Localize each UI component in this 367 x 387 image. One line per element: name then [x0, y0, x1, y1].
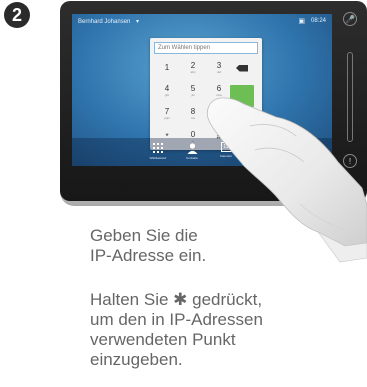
dial-key[interactable]: 5 jkl [180, 81, 206, 101]
tab-keypad-label: Wähltastatur [149, 156, 167, 160]
chevron-down-icon: ▾ [136, 18, 140, 25]
clock: 08:24 [310, 18, 326, 24]
side-rail: 🎤 ! [340, 12, 360, 170]
dial-key-digit: 6 [216, 84, 222, 93]
dial-key-letters: abc [190, 70, 196, 74]
dial-key[interactable]: 3 def [206, 58, 232, 78]
step-number-badge: 2 [4, 2, 30, 28]
calendar-icon: 11 [220, 142, 232, 152]
more-options-button[interactable]: ••• [230, 112, 254, 130]
dial-key-letters: wxyz [215, 116, 223, 120]
dial-key[interactable]: 4 ghi [154, 81, 180, 101]
instruction-line: Geben Sie die [90, 226, 198, 245]
instruction-line: IP-Adresse ein. [90, 246, 207, 265]
instruction-paragraph-2: Halten Sie ✱ gedrückt, um den in IP-Adre… [90, 290, 263, 370]
dial-key-letters: tuv [190, 116, 195, 120]
calendar-day: 11 [223, 144, 229, 150]
tab-calendar-label: Kalender [219, 154, 232, 158]
dial-input[interactable]: Zum Wählen tippen [154, 42, 258, 54]
volume-slider[interactable] [347, 52, 353, 142]
dial-key-letters: ghi [164, 93, 169, 97]
touch-screen: Bernhard Johansen ▾ ▣ 08:24 Zum Wählen t… [72, 14, 332, 166]
instruction-paragraph-1: Geben Sie die IP-Adresse ein. [90, 226, 206, 266]
call-button[interactable] [230, 85, 254, 107]
camera-icon[interactable]: ▣ [298, 17, 305, 25]
instruction-line: verwendeten Punkt [90, 330, 236, 349]
tab-contacts-label: Kontakte [186, 156, 198, 160]
dial-key-digit: 4 [164, 84, 170, 93]
dial-key[interactable]: 1 [154, 58, 180, 78]
bottom-toolbar: Wähltastatur Kontakte 11 Kalender [72, 138, 332, 166]
dial-key-letters: def [216, 70, 222, 74]
instruction-line: Halten Sie ✱ gedrückt, [90, 290, 263, 309]
dialpad-panel: Zum Wählen tippen 1 2 abc 3 def 4 ghi 5 jkl 6 mno 7… [150, 38, 262, 150]
instruction-line: um den in IP-Adressen [90, 310, 263, 329]
backspace-icon [236, 64, 248, 72]
dial-key-digit: 3 [216, 61, 222, 70]
dial-key-letters: pqrs [164, 116, 170, 120]
dial-key-digit: 8 [190, 107, 196, 116]
tab-calendar[interactable]: 11 Kalender [206, 142, 246, 158]
dial-key[interactable]: 6 mno [206, 81, 232, 101]
instruction-line: einzugeben. [90, 350, 183, 369]
user-name-label: Bernhard Johansen [78, 18, 131, 25]
dial-key[interactable]: 9 wxyz [206, 104, 232, 124]
info-icon[interactable]: ! [343, 154, 357, 168]
user-name[interactable]: Bernhard Johansen ▾ [78, 18, 298, 25]
dial-key-letters: jkl [191, 93, 195, 97]
backspace-button[interactable] [230, 59, 254, 77]
dial-key[interactable]: 2 abc [180, 58, 206, 78]
dial-key-letters: mno [216, 93, 222, 97]
dial-key[interactable]: 7 pqrs [154, 104, 180, 124]
contacts-icon [186, 142, 199, 154]
mute-icon[interactable]: 🎤 [343, 12, 357, 26]
dial-key[interactable]: 8 tuv [180, 104, 206, 124]
status-bar: Bernhard Johansen ▾ ▣ 08:24 [72, 14, 332, 28]
keypad-icon [152, 142, 165, 154]
dial-key-digit: 7 [164, 107, 170, 116]
dial-key-digit: 9 [216, 107, 222, 116]
dial-key-digit: 1 [164, 63, 170, 72]
dial-key-digit: 5 [190, 84, 196, 93]
dial-key-digit: 2 [190, 61, 196, 70]
